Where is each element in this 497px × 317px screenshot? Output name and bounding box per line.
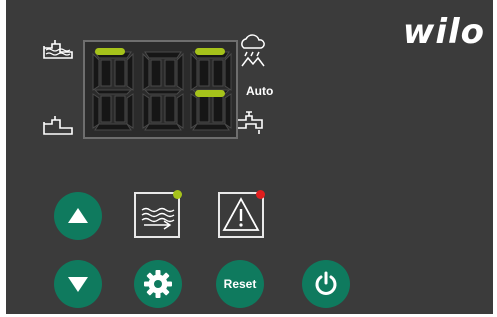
rain-cloud-icon: [241, 34, 265, 67]
arrow-up-icon: [68, 208, 88, 223]
tank-empty-icon: [43, 116, 73, 135]
tank-full-icon: [43, 40, 73, 59]
arrow-down-icon: [68, 277, 88, 292]
reset-button[interactable]: Reset: [216, 260, 264, 308]
settings-button[interactable]: [134, 260, 182, 308]
auto-label: Auto: [246, 84, 274, 98]
indicator-rain: [195, 48, 225, 55]
water-level-status-led: [173, 190, 182, 199]
gear-icon: [144, 270, 172, 298]
indicator-auto: [195, 90, 225, 97]
tap-icon: [238, 111, 263, 134]
reset-label: Reset: [223, 277, 257, 291]
water-level-button[interactable]: [134, 192, 180, 238]
down-button[interactable]: [54, 260, 102, 308]
indicator-tank-full: [95, 48, 125, 55]
power-button[interactable]: [302, 260, 350, 308]
power-icon: [315, 271, 337, 295]
up-button[interactable]: [54, 192, 102, 240]
alarm-button[interactable]: [218, 192, 264, 238]
digit-2: [142, 51, 184, 131]
alarm-status-led: [256, 190, 265, 199]
digit-1: [92, 51, 134, 131]
control-panel: wilo Auto Reset: [6, 0, 493, 314]
water-level-icon: [141, 207, 175, 230]
warning-triangle-icon: [222, 197, 260, 231]
wilo-logo: wilo: [402, 12, 485, 52]
segment-display: [83, 40, 238, 139]
